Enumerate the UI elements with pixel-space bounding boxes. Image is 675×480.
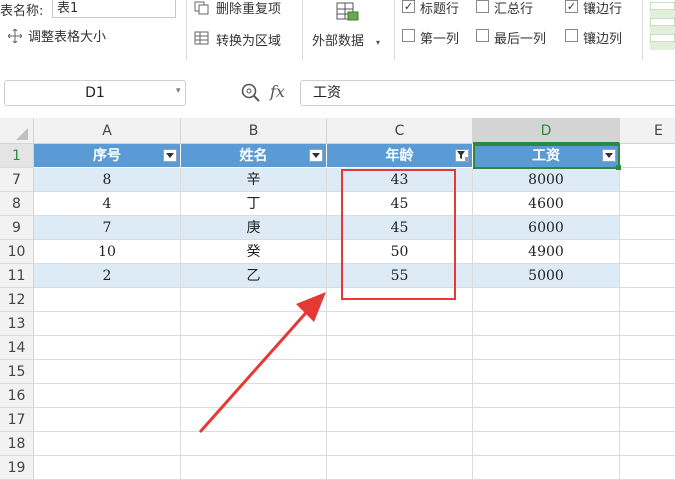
annotation-arrow xyxy=(198,292,326,433)
